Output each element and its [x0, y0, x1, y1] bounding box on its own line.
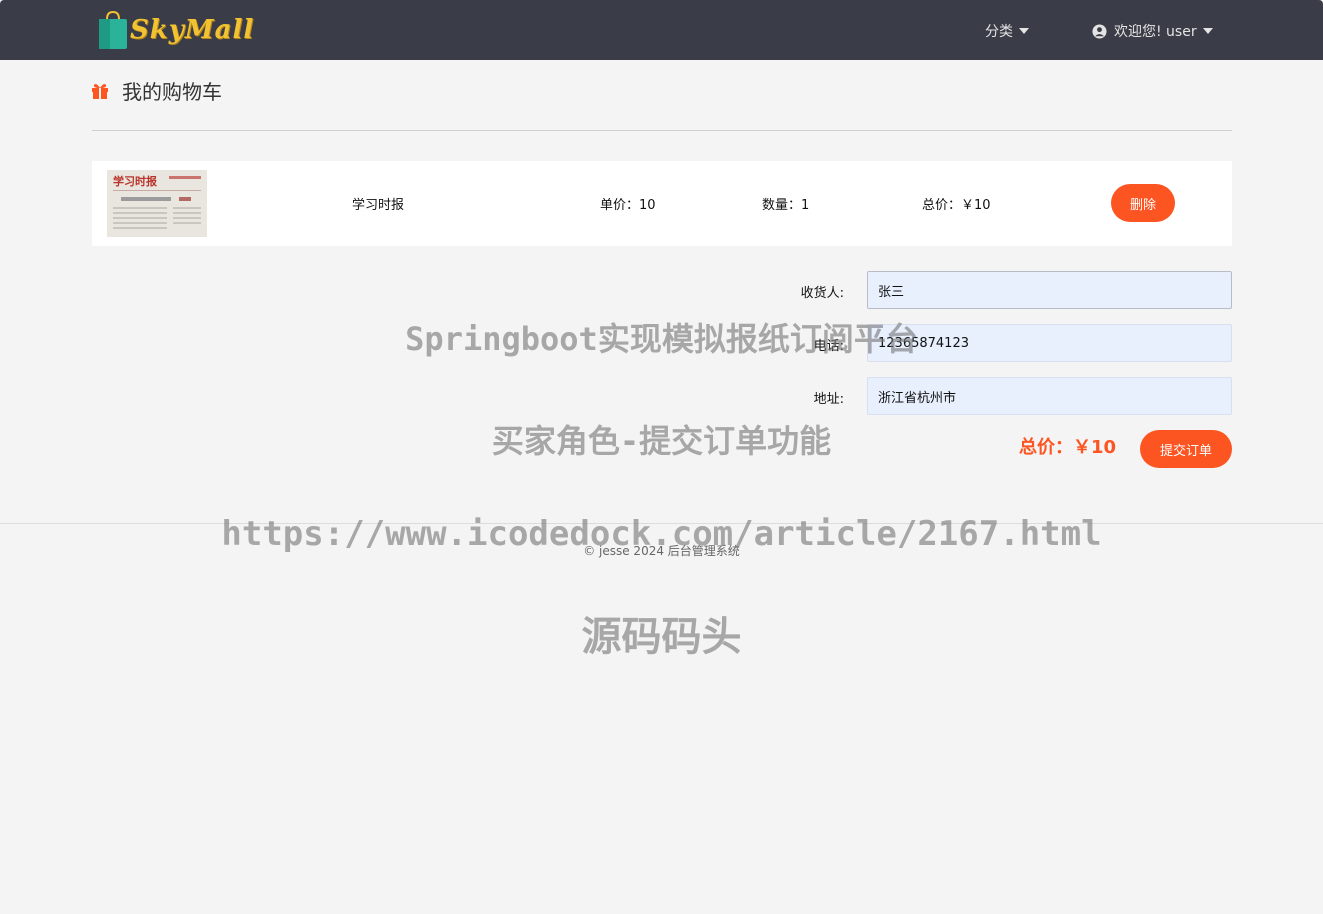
watermark-subtitle: 买家角色-提交订单功能 — [491, 422, 832, 460]
receiver-label: 收货人: — [800, 286, 844, 301]
user-greeting: 欢迎您! user — [1114, 24, 1197, 40]
unit-price: 单价：10 — [600, 198, 656, 213]
category-dropdown[interactable]: 分类 — [985, 21, 1029, 41]
user-circle-icon — [1092, 23, 1107, 39]
shopping-bag-icon — [99, 10, 127, 49]
logo-text: SkyMall — [130, 15, 255, 45]
caret-down-icon — [1202, 28, 1213, 34]
quantity: 数量：1 — [762, 198, 810, 213]
watermark-url: https://www.icodedock.com/article/2167.h… — [221, 514, 1102, 554]
watermark-title: Springboot实现模拟报纸订阅平台 — [405, 320, 918, 358]
logo[interactable]: SkyMall — [98, 10, 254, 50]
page-heading: 我的购物车 — [91, 76, 222, 105]
page-title: 我的购物车 — [122, 80, 222, 104]
top-navbar: SkyMall 分类 欢迎您! user — [0, 0, 1323, 60]
category-label: 分类 — [985, 24, 1013, 40]
cart-item-row: 学习时报 学习时报 单价：10 数量：1 总价：￥10 删除 — [92, 161, 1232, 246]
divider — [92, 130, 1232, 131]
address-input[interactable] — [867, 377, 1232, 415]
watermark-brand: 源码码头 — [581, 614, 742, 660]
receiver-input[interactable] — [867, 271, 1232, 309]
item-subtotal: 总价：￥10 — [922, 198, 991, 213]
address-label: 地址: — [813, 392, 844, 407]
caret-down-icon — [1019, 28, 1029, 34]
newspaper-thumbnail[interactable]: 学习时报 — [107, 170, 207, 237]
svg-text:学习时报: 学习时报 — [113, 174, 158, 188]
delete-button[interactable]: 删除 — [1111, 184, 1175, 222]
product-name[interactable]: 学习时报 — [352, 194, 404, 213]
gift-icon — [92, 83, 108, 99]
user-dropdown[interactable]: 欢迎您! user — [1092, 21, 1213, 41]
